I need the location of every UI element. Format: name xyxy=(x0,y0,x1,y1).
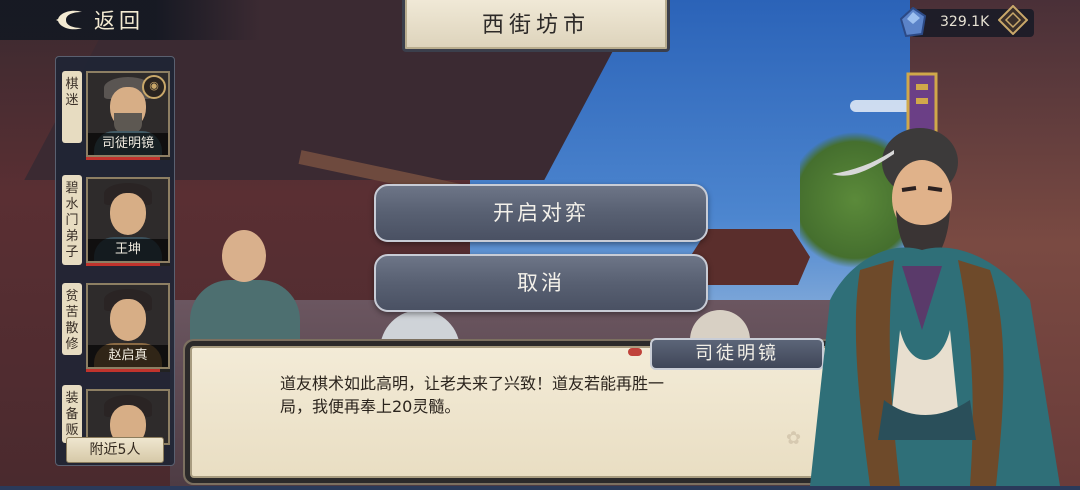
npc-health-bar xyxy=(86,369,170,372)
dialog-text: 道友棋术如此高明，让老夫来了兴致！道友若能再胜一 局，我便再奉上20灵髓。 xyxy=(280,372,760,418)
npc-portrait[interactable]: 司徒明镜 ◉ xyxy=(86,71,170,157)
location-title: 西街坊市 xyxy=(481,13,590,38)
dialog-line: 局，我便再奉上20灵髓。 xyxy=(280,397,461,416)
npc-portrait[interactable]: 王坤 xyxy=(86,177,170,263)
npc-name: 赵启真 xyxy=(88,345,168,367)
portrait-face xyxy=(110,299,146,341)
npc-health-bar xyxy=(86,263,170,266)
category-tab: 碧水门弟子 xyxy=(62,175,82,265)
spirit-stone-icon xyxy=(899,6,927,38)
npc-health-bar xyxy=(86,157,170,160)
dialog-line: 道友棋术如此高明，让老夫来了兴致！道友若能再胜一 xyxy=(280,374,665,393)
nearby-count-button[interactable]: 附近5人 xyxy=(66,437,164,463)
category-tab: 装备贩 xyxy=(62,385,82,443)
back-arrow-icon[interactable] xyxy=(52,6,88,34)
plate-ornament xyxy=(628,348,642,356)
portrait-face xyxy=(110,193,146,235)
currency-value: 329.1K xyxy=(940,14,990,30)
npc-name: 王坤 xyxy=(88,239,168,261)
add-currency-button[interactable] xyxy=(997,4,1029,36)
npc-name: 司徒明镜 xyxy=(88,133,168,155)
location-title-plate: 西街坊市 xyxy=(402,0,670,52)
cancel-button[interactable]: 取消 xyxy=(374,254,708,312)
back-bar[interactable]: 返回 xyxy=(0,0,260,40)
lock-icon: ◉ xyxy=(142,75,166,99)
start-game-button[interactable]: 开启对弈 xyxy=(374,184,708,242)
back-label[interactable]: 返回 xyxy=(94,5,144,35)
npc-list-panel[interactable]: 棋迷 司徒明镜 ◉ 碧水门弟子 王坤 贫苦散修 赵启真 装备贩 附近5人 xyxy=(55,56,175,466)
background-npc-head xyxy=(222,230,266,282)
npc-portrait[interactable]: 赵启真 xyxy=(86,283,170,369)
speaker-character xyxy=(790,70,1080,486)
category-tab: 贫苦散修 xyxy=(62,283,82,355)
category-tab: 棋迷 xyxy=(62,71,82,143)
